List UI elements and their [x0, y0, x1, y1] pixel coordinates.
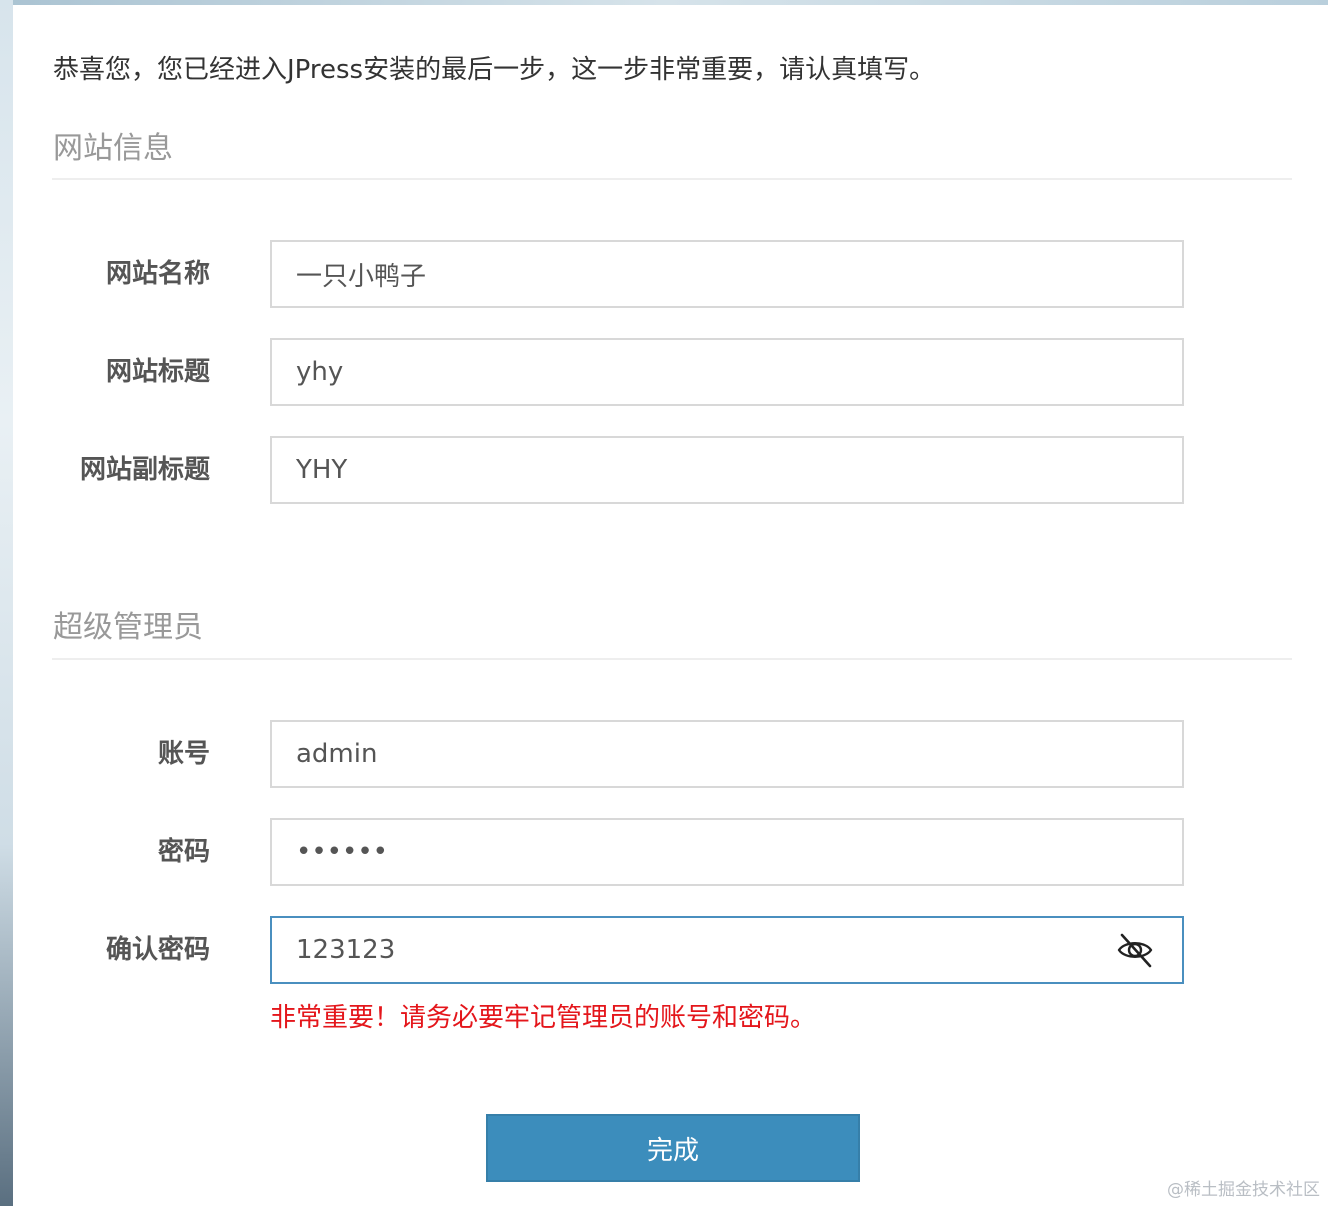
password-label: 密码: [157, 837, 210, 867]
admin-section-divider: [52, 658, 1292, 660]
site-info-title: 网站信息: [53, 131, 173, 166]
site-name-input[interactable]: [270, 240, 1184, 308]
site-title-input[interactable]: [270, 338, 1184, 406]
finish-button[interactable]: 完成: [486, 1114, 860, 1182]
watermark: @稀土掘金技术社区: [1167, 1180, 1320, 1200]
account-label: 账号: [157, 739, 210, 769]
password-input[interactable]: [270, 818, 1184, 886]
account-input[interactable]: [270, 720, 1184, 788]
site-info-divider: [52, 178, 1292, 180]
desktop-background-edge: [0, 0, 13, 1206]
password-warning: 非常重要！请务必要牢记管理员的账号和密码。: [270, 1003, 817, 1033]
eye-slash-icon[interactable]: [1111, 926, 1159, 974]
admin-section-title: 超级管理员: [53, 610, 203, 645]
site-subtitle-label: 网站副标题: [79, 455, 210, 485]
site-subtitle-input[interactable]: [270, 436, 1184, 504]
confirm-password-label: 确认密码: [105, 935, 210, 965]
install-panel: 恭喜您，您已经进入JPress安装的最后一步，这一步非常重要，请认真填写。 网站…: [13, 5, 1328, 1206]
confirm-password-input[interactable]: [270, 916, 1184, 984]
site-title-label: 网站标题: [105, 357, 210, 387]
intro-text: 恭喜您，您已经进入JPress安装的最后一步，这一步非常重要，请认真填写。: [53, 55, 936, 85]
site-name-label: 网站名称: [105, 259, 210, 289]
